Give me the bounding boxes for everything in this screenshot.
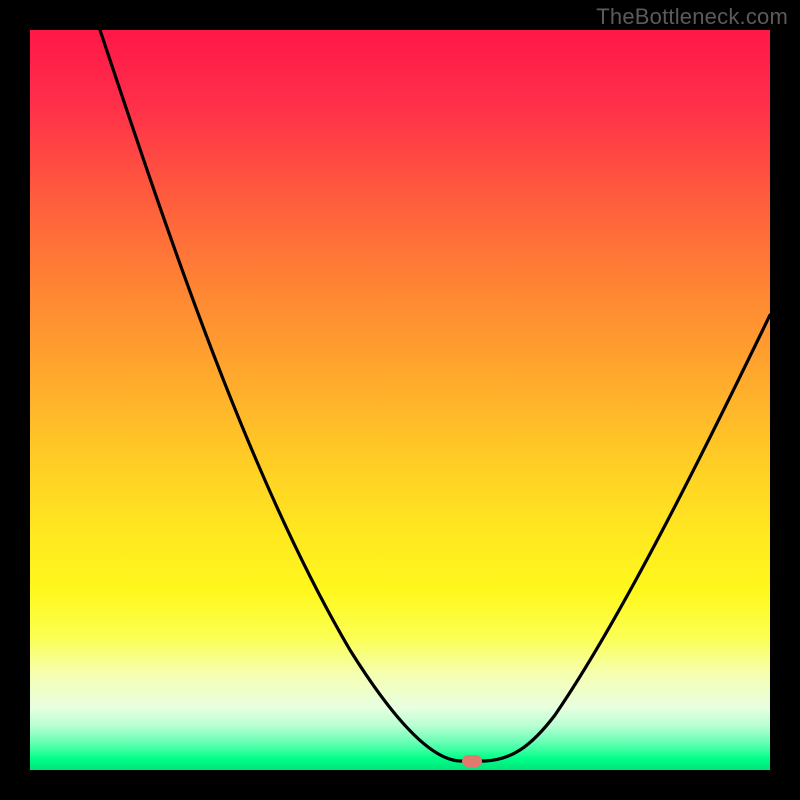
chart-frame: TheBottleneck.com	[0, 0, 800, 800]
plot-area	[30, 30, 770, 770]
bottleneck-curve-path	[100, 30, 770, 761]
optimal-marker	[462, 755, 482, 767]
bottleneck-curve-svg	[30, 30, 770, 770]
watermark-text: TheBottleneck.com	[596, 4, 788, 30]
